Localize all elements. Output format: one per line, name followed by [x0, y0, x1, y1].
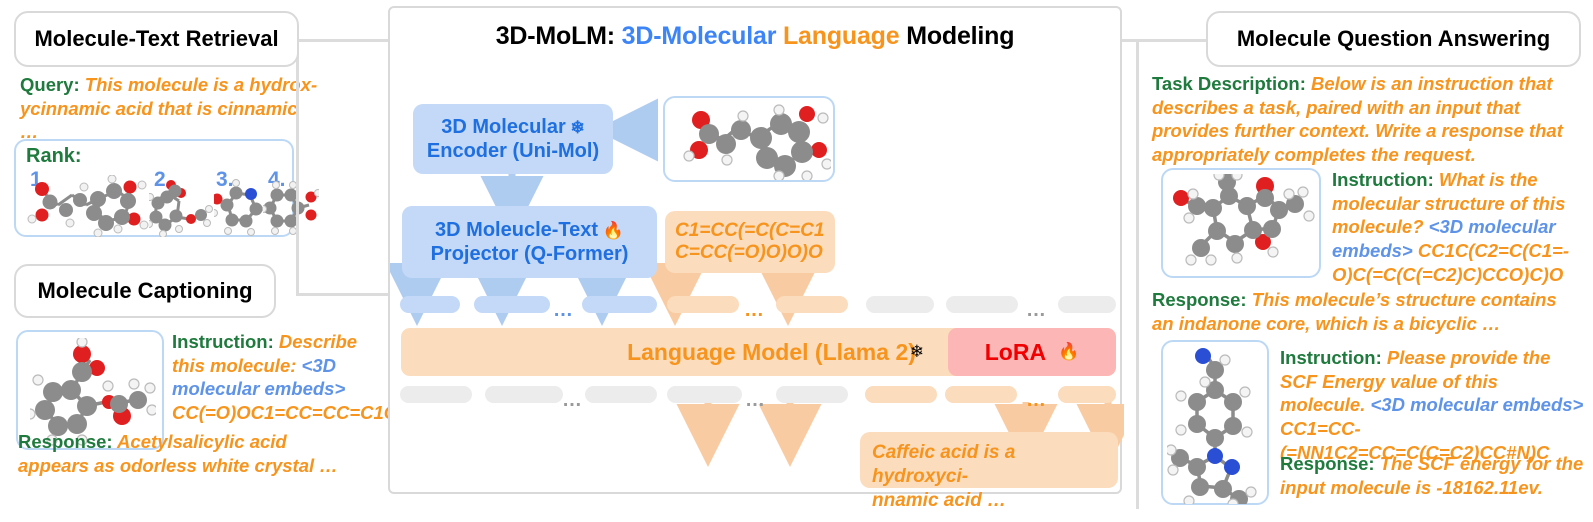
token-gray-2	[946, 296, 1018, 313]
connector-left-bottom	[298, 293, 390, 296]
qa-molecule-box-1	[1161, 168, 1321, 278]
qa-molecule-box-2	[1161, 340, 1269, 505]
molecule-render-pyrazole	[1167, 348, 1257, 504]
output-token-orange-2	[945, 386, 1017, 403]
panel-title-molecule-captioning[interactable]: Molecule Captioning	[14, 264, 276, 318]
connector-left-top	[298, 39, 390, 42]
molecule-render-caffeic-acid	[683, 104, 831, 180]
instruction-label: Instruction:	[1280, 347, 1382, 368]
captioning-instruction: Instruction: Describe this molecule: <3D…	[172, 330, 449, 425]
token-gray-1	[866, 296, 934, 313]
output-token-orange-3	[1058, 386, 1116, 403]
encoder-line-2: Encoder (Uni-Mol)	[426, 140, 600, 162]
output-line-1: Caffeic acid is a hydroxyci-	[872, 442, 1016, 487]
fire-icon: 🔥	[598, 220, 624, 240]
molecule-render-rank-4	[263, 181, 319, 235]
title-part-3: Language	[782, 22, 907, 50]
snowflake-icon: ❄	[565, 117, 585, 137]
token-ellipsis-gray: …	[1026, 299, 1047, 321]
instruction-label: Instruction:	[1332, 169, 1434, 190]
figure-root: Molecule-Text Retrieval Query: This mole…	[0, 0, 1593, 522]
language-model-bar[interactable]: Language Model (Llama 2) ❄ LoRA 🔥	[401, 328, 1116, 376]
generated-caption-box: Caffeic acid is a hydroxyci- nnamic acid…	[860, 432, 1118, 511]
token-ellipsis-blue: …	[553, 299, 574, 321]
output-token-gray-4	[667, 386, 742, 403]
response-label: Response:	[1280, 453, 1375, 474]
output-token-gray-3	[585, 386, 657, 403]
title-part-4: Modeling	[906, 22, 1015, 50]
qa-response-2: Response: The SCF energy for the input m…	[1280, 452, 1585, 499]
instruction-label: Instruction:	[172, 331, 274, 352]
rank-label: Rank:	[26, 145, 82, 167]
encoder-line-1: 3D Molecular	[441, 115, 566, 138]
query-label: Query:	[20, 74, 80, 95]
input-molecule-frame	[663, 96, 835, 182]
projector-line-1: 3D Moleucle-Text	[435, 218, 599, 241]
molecule-render-rank-1	[27, 175, 149, 237]
token-blue-1	[400, 296, 460, 313]
snowflake-icon: ❄	[909, 342, 924, 361]
retrieval-query: Query: This molecule is a hydrox-ycinnam…	[20, 73, 320, 144]
response-label: Response:	[18, 431, 113, 452]
fire-icon: 🔥	[1058, 342, 1080, 361]
connector-left-vertical	[296, 39, 299, 296]
title-part-1: 3D-MoLM:	[495, 22, 622, 50]
connector-right-vertical	[1136, 39, 1139, 509]
embeds-token: <3D molecular embeds>	[1370, 394, 1584, 416]
output-ellipsis-2: …	[745, 389, 766, 411]
module-3d-molecular-encoder[interactable]: 3D Molecular ❄ Encoder (Uni-Mol)	[413, 104, 613, 174]
title-part-2: 3D-Molecular	[621, 22, 783, 50]
module-3d-molecule-text-projector[interactable]: 3D Moleucle-Text 🔥 Projector (Q-Former)	[402, 206, 657, 278]
token-blue-2	[474, 296, 550, 313]
panel-title-label: Molecule-Text Retrieval	[34, 26, 279, 51]
center-architecture-panel: 3D-MoLM: 3D-Molecular Language Modeling	[388, 6, 1124, 511]
output-token-gray-5	[776, 386, 848, 403]
smiles-input-box: C1=CC(=C(C=C1 C=CC(=O)O)O)O	[665, 211, 835, 273]
response-label: Response:	[1152, 289, 1247, 310]
token-orange-2	[776, 296, 848, 313]
task-description-label: Task Description:	[1152, 73, 1306, 94]
panel-title-label: Molecule Question Answering	[1236, 26, 1551, 51]
projector-line-2: Projector (Q-Former)	[430, 243, 629, 265]
qa-instruction-1: Instruction: What is the molecular struc…	[1332, 168, 1584, 286]
token-gray-3	[1058, 296, 1116, 313]
molecule-render-indanone	[1173, 174, 1315, 266]
output-line-2: nnamic acid …	[872, 489, 1007, 511]
token-ellipsis-orange: …	[744, 299, 765, 321]
output-ellipsis-1: …	[562, 389, 583, 411]
output-token-orange-1	[865, 386, 937, 403]
smiles-line-2: C=CC(=O)O)O)O	[675, 242, 823, 263]
panel-title-molecule-question-answering[interactable]: Molecule Question Answering	[1206, 11, 1581, 67]
output-ellipsis-3: …	[1026, 389, 1047, 411]
lora-module[interactable]: LoRA 🔥	[948, 328, 1116, 376]
panel-title-label: Molecule Captioning	[37, 278, 253, 303]
qa-task-description: Task Description: Below is an instructio…	[1152, 72, 1582, 167]
smiles-line-1: C1=CC(=C(C=C1	[675, 219, 825, 241]
token-orange-1	[667, 296, 739, 313]
page-title: 3D-MoLM: 3D-Molecular Language Modeling	[390, 22, 1120, 51]
molecule-render-rank-2	[149, 180, 213, 237]
output-token-gray-1	[400, 386, 472, 403]
qa-instruction-2: Instruction: Please provide the SCF Ener…	[1280, 346, 1585, 464]
qa-response-1: Response: This molecule’s structure cont…	[1152, 288, 1582, 335]
captioning-response: Response: Acetylsalicylic acid appears a…	[18, 430, 348, 477]
token-blue-3	[582, 296, 657, 313]
output-token-gray-2	[485, 386, 563, 403]
panel-title-molecule-text-retrieval[interactable]: Molecule-Text Retrieval	[14, 11, 299, 67]
lora-label: LoRA	[984, 338, 1047, 365]
retrieval-rank-box: Rank: 1. 2. 3. 4.	[14, 139, 319, 237]
